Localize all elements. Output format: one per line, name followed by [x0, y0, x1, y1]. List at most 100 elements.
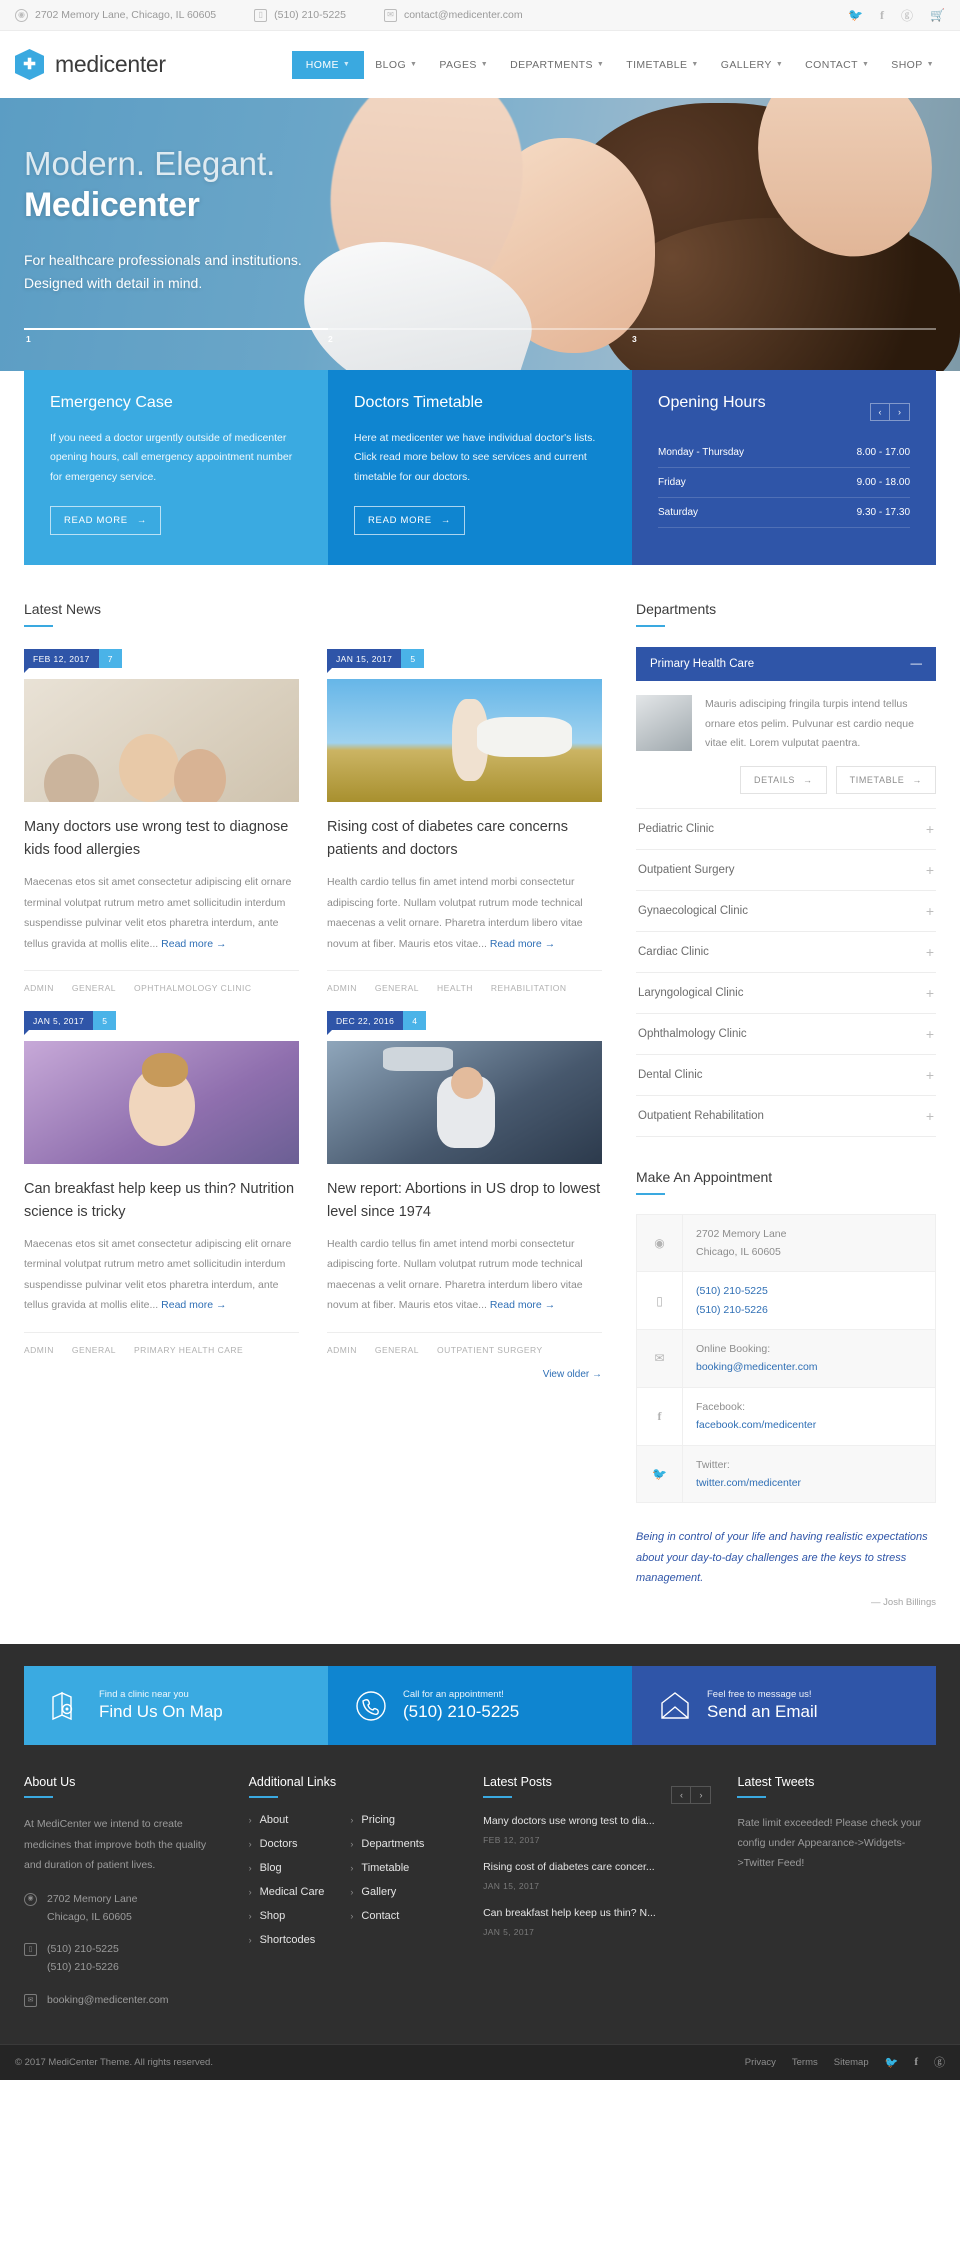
hero-slide-number-3[interactable]: 3	[632, 334, 637, 344]
bottom-link-sitemap[interactable]: Sitemap	[834, 2057, 869, 2068]
department-item-laryngological-clinic[interactable]: Laryngological Clinic +	[636, 973, 936, 1014]
post-author[interactable]: ADMIN	[24, 1345, 54, 1355]
post-read-more-link[interactable]: Read more	[490, 1299, 542, 1311]
post-title[interactable]: Many doctors use wrong test to diagnose …	[24, 816, 299, 861]
topbar-email[interactable]: ✉ contact@medicenter.com	[383, 8, 523, 22]
footer-link-doctors[interactable]: › Doctors	[249, 1838, 325, 1850]
nav-item-shop[interactable]: SHOP ▼	[880, 51, 945, 79]
opening-hours-day: Saturday	[658, 507, 699, 518]
post-read-more-link[interactable]: Read more	[161, 1299, 213, 1311]
post-category[interactable]: GENERAL	[375, 983, 419, 993]
footer-link-shortcodes[interactable]: › Shortcodes	[249, 1934, 325, 1946]
footer-phone-2[interactable]: (510) 210-5226	[47, 1961, 119, 1973]
cta-find-us-on-map[interactable]: Find a clinic near you Find Us On Map	[24, 1666, 328, 1746]
footer-post-item[interactable]: Many doctors use wrong test to dia... FE…	[483, 1814, 711, 1845]
appointment-phone-1[interactable]: (510) 210-5225	[696, 1282, 768, 1300]
google-plus-icon[interactable]: ⓖ	[901, 7, 913, 24]
view-older-link[interactable]: View older →	[24, 1369, 602, 1380]
department-details-button[interactable]: DETAILS →	[739, 765, 827, 794]
department-item-cardiac-clinic[interactable]: Cardiac Clinic +	[636, 932, 936, 973]
facebook-icon[interactable]: f	[880, 8, 884, 23]
chevron-left-icon[interactable]: ‹	[671, 1785, 692, 1804]
department-item-ophthalmology-clinic[interactable]: Ophthalmology Clinic +	[636, 1014, 936, 1055]
hero-slide-number-2[interactable]: 2	[328, 334, 333, 344]
post-author[interactable]: ADMIN	[327, 1345, 357, 1355]
location-pin-icon: ◉	[637, 1214, 683, 1272]
footer-link-gallery[interactable]: › Gallery	[350, 1886, 424, 1898]
logo-link[interactable]: ✚ medicenter	[15, 49, 166, 80]
department-accordion-active[interactable]: Primary Health Care —	[636, 647, 936, 682]
post-author[interactable]: ADMIN	[24, 983, 54, 993]
chevron-down-icon: ▼	[775, 61, 784, 68]
bottom-link-privacy[interactable]: Privacy	[745, 2057, 776, 2068]
nav-item-gallery[interactable]: GALLERY ▼	[710, 51, 794, 79]
post-title[interactable]: Can breakfast help keep us thin? Nutriti…	[24, 1178, 299, 1223]
footer-link-shop[interactable]: › Shop	[249, 1910, 325, 1922]
phone-icon: ▯	[254, 8, 268, 22]
cta-band: Find a clinic near you Find Us On Map Ca…	[0, 1644, 960, 1770]
department-item-dental-clinic[interactable]: Dental Clinic +	[636, 1055, 936, 1096]
chevron-left-icon[interactable]: ‹	[870, 402, 890, 421]
footer-email-link[interactable]: booking@medicenter.com	[47, 1992, 169, 2010]
chevron-right-icon: ›	[248, 1911, 252, 1922]
post-category[interactable]: GENERAL	[72, 983, 116, 993]
post-read-more-link[interactable]: Read more	[161, 938, 213, 950]
footer-link-contact[interactable]: › Contact	[350, 1910, 424, 1922]
emergency-read-more-button[interactable]: READ MORE →	[50, 506, 162, 536]
post-author[interactable]: ADMIN	[327, 983, 357, 993]
post-category[interactable]: GENERAL	[375, 1345, 419, 1355]
nav-item-timetable[interactable]: TIMETABLE ▼	[615, 51, 710, 79]
google-plus-icon[interactable]: ⓖ	[934, 2054, 945, 2070]
footer-link-timetable[interactable]: › Timetable	[350, 1862, 424, 1874]
post-read-more-link[interactable]: Read more	[490, 938, 542, 950]
cta-send-an-email[interactable]: Feel free to message us! Send an Email	[632, 1666, 936, 1746]
nav-item-departments[interactable]: DEPARTMENTS ▼	[499, 51, 615, 79]
twitter-icon[interactable]: 🐦	[848, 8, 863, 22]
post-title[interactable]: Rising cost of diabetes care concerns pa…	[327, 816, 602, 861]
post-title[interactable]: New report: Abortions in US drop to lowe…	[327, 1178, 602, 1223]
post-thumbnail[interactable]	[24, 1041, 299, 1165]
cta-call-for-appointment[interactable]: Call for an appointment! (510) 210-5225	[328, 1666, 632, 1746]
footer-link-blog[interactable]: › Blog	[249, 1862, 325, 1874]
nav-item-pages[interactable]: PAGES ▼	[428, 51, 499, 79]
hero-slide-number-1[interactable]: 1	[26, 334, 31, 344]
twitter-icon[interactable]: 🐦	[885, 2056, 899, 2069]
nav-item-contact[interactable]: CONTACT ▼	[794, 51, 880, 79]
department-description: Mauris adisciping fringila turpis intend…	[705, 698, 914, 750]
footer-link-departments[interactable]: › Departments	[350, 1838, 424, 1850]
hero-slider-progress[interactable]: 1 2 3	[24, 328, 936, 348]
appointment-facebook-link[interactable]: facebook.com/medicenter	[696, 1416, 816, 1434]
nav-item-blog[interactable]: BLOG ▼	[364, 51, 428, 79]
post-thumbnail[interactable]	[24, 679, 299, 803]
department-item-pediatric-clinic[interactable]: Pediatric Clinic +	[636, 807, 936, 850]
post-category[interactable]: OPHTHALMOLOGY CLINIC	[134, 983, 252, 993]
department-timetable-button[interactable]: TIMETABLE →	[835, 765, 936, 794]
footer-link-about[interactable]: › About	[249, 1814, 325, 1826]
appointment-email-link[interactable]: booking@medicenter.com	[696, 1358, 818, 1376]
post-category[interactable]: PRIMARY HEALTH CARE	[134, 1345, 243, 1355]
department-item-outpatient-rehabilitation[interactable]: Outpatient Rehabilitation +	[636, 1096, 936, 1137]
post-category[interactable]: GENERAL	[72, 1345, 116, 1355]
bottom-link-terms[interactable]: Terms	[792, 2057, 818, 2068]
footer-post-item[interactable]: Rising cost of diabetes care concer... J…	[483, 1860, 711, 1891]
chevron-right-icon[interactable]: ›	[890, 402, 910, 421]
post-thumbnail[interactable]	[327, 1041, 602, 1165]
department-item-gynaecological-clinic[interactable]: Gynaecological Clinic +	[636, 891, 936, 932]
post-category[interactable]: REHABILITATION	[491, 983, 567, 993]
footer-phone-1[interactable]: (510) 210-5225	[47, 1943, 119, 1955]
nav-item-home[interactable]: HOME ▼	[291, 50, 365, 79]
post-thumbnail[interactable]	[327, 679, 602, 803]
timetable-read-more-button[interactable]: READ MORE →	[354, 506, 466, 536]
facebook-icon[interactable]: f	[914, 2056, 918, 2068]
chevron-right-icon[interactable]: ›	[691, 1785, 712, 1804]
topbar-phone[interactable]: ▯ (510) 210-5225	[254, 8, 346, 22]
appointment-twitter-link[interactable]: twitter.com/medicenter	[696, 1474, 801, 1492]
footer-post-item[interactable]: Can breakfast help keep us thin? N... JA…	[483, 1906, 711, 1937]
cart-icon[interactable]: 🛒	[930, 8, 945, 22]
post-category[interactable]: HEALTH	[437, 983, 473, 993]
footer-link-pricing[interactable]: › Pricing	[350, 1814, 424, 1826]
post-category[interactable]: OUTPATIENT SURGERY	[437, 1345, 543, 1355]
appointment-phone-2[interactable]: (510) 210-5226	[696, 1301, 768, 1319]
department-item-outpatient-surgery[interactable]: Outpatient Surgery +	[636, 850, 936, 891]
footer-link-medical-care[interactable]: › Medical Care	[249, 1886, 325, 1898]
